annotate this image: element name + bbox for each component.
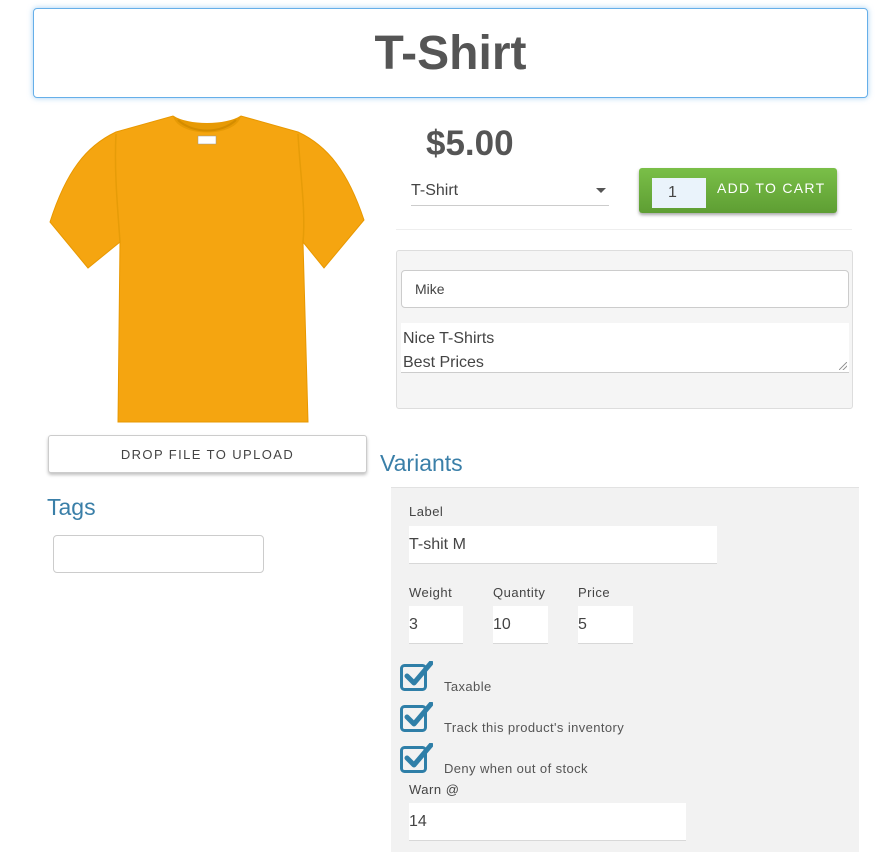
product-price: $5.00 (426, 124, 514, 163)
quantity-caption: Quantity (493, 585, 546, 600)
variant-select-value: T-Shirt (411, 181, 459, 199)
checkbox-checked-icon[interactable] (400, 743, 433, 773)
divider (396, 229, 852, 230)
variant-quantity-input[interactable]: 10 (493, 606, 548, 644)
track-inventory-label: Track this product's inventory (444, 720, 625, 735)
variant-select[interactable]: T-Shirt (411, 176, 609, 206)
product-title-field[interactable]: T-Shirt (33, 8, 868, 98)
checkbox-checked-icon[interactable] (400, 702, 433, 732)
message-line: Best Prices (403, 354, 484, 371)
upload-dropzone-button[interactable]: DROP FILE TO UPLOAD (48, 435, 367, 473)
message-textarea[interactable]: Nice T-Shirts Best Prices (401, 323, 849, 373)
comment-panel: Mike Nice T-Shirts Best Prices (396, 250, 853, 409)
weight-caption: Weight (409, 585, 453, 600)
name-input[interactable]: Mike (401, 270, 849, 308)
add-to-cart-button[interactable]: 1 ADD TO CART (639, 168, 837, 213)
add-to-cart-label: ADD TO CART (717, 180, 826, 196)
quantity-input[interactable]: 1 (652, 178, 706, 208)
warn-caption: Warn @ (409, 782, 460, 797)
deny-out-of-stock-checkbox-row[interactable]: Deny when out of stock (400, 743, 700, 779)
chevron-down-icon (596, 188, 606, 193)
tags-heading: Tags (47, 494, 96, 520)
track-inventory-checkbox-row[interactable]: Track this product's inventory (400, 702, 700, 738)
resize-handle-icon[interactable] (839, 362, 847, 370)
deny-out-of-stock-label: Deny when out of stock (444, 761, 588, 776)
tags-input[interactable] (53, 535, 264, 573)
variant-price-input[interactable]: 5 (578, 606, 633, 644)
weight-input[interactable]: 3 (409, 606, 463, 644)
warn-threshold-input[interactable]: 14 (409, 803, 686, 841)
label-caption: Label (409, 504, 444, 519)
checkbox-checked-icon[interactable] (400, 661, 433, 691)
message-line: Nice T-Shirts (403, 330, 495, 347)
taxable-label: Taxable (444, 679, 492, 694)
upload-label: DROP FILE TO UPLOAD (120, 446, 295, 462)
taxable-checkbox-row[interactable]: Taxable (400, 661, 700, 697)
product-title: T-Shirt (374, 26, 527, 80)
variants-heading: Variants (380, 450, 463, 476)
variant-label-input[interactable]: T-shit M (409, 526, 717, 564)
variants-panel: Label T-shit M Weight 3 Quantity 10 Pric… (391, 487, 859, 852)
price-caption: Price (578, 585, 611, 600)
product-image (49, 115, 365, 423)
